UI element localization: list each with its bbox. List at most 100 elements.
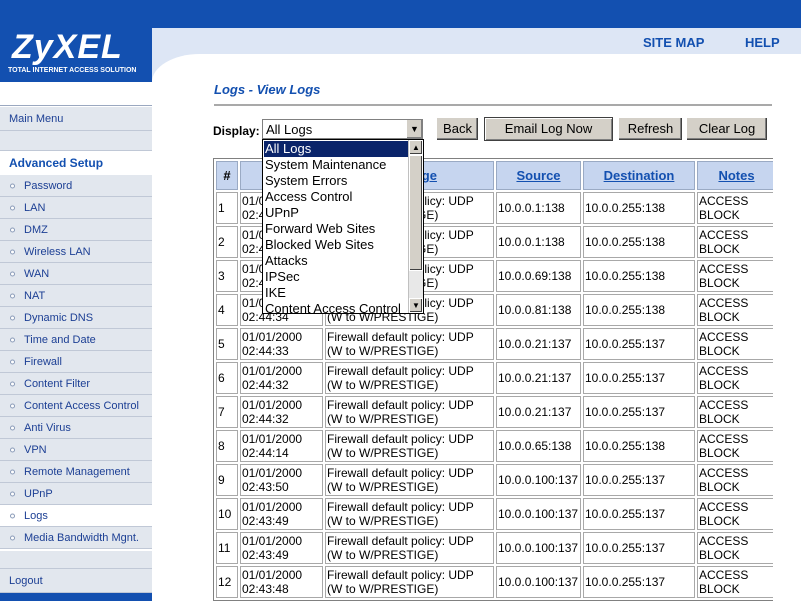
- cell-destination-line: 10.0.0.255:137: [585, 541, 666, 555]
- chevron-down-icon[interactable]: ▼: [406, 120, 422, 138]
- sidebar-item-nat[interactable]: NAT: [0, 285, 152, 307]
- dropdown-option[interactable]: All Logs: [264, 141, 409, 157]
- cell-message-line: Firewall default policy: UDP: [327, 364, 474, 378]
- scroll-up-icon[interactable]: ▲: [409, 140, 423, 155]
- sidebar-item-upnp[interactable]: UPnP: [0, 483, 152, 505]
- sidebar-item-label: DMZ: [24, 223, 48, 236]
- cell-destination-line: 10.0.0.255:138: [585, 439, 666, 453]
- sidebar-item-wan[interactable]: WAN: [0, 263, 152, 285]
- cell-destination: 10.0.0.255:137: [583, 464, 695, 496]
- dropdown-scrollbar[interactable]: ▲ ▼: [408, 140, 423, 313]
- cell-destination: 10.0.0.255:138: [583, 226, 695, 258]
- dropdown-option[interactable]: UPnP: [264, 205, 409, 221]
- cell-notes: ACCESS BLOCK: [697, 226, 773, 258]
- cell-number-line: 5: [218, 337, 225, 351]
- dropdown-option[interactable]: Attacks: [264, 253, 409, 269]
- cell-message: Firewall default policy: UDP(W to W/PRES…: [325, 362, 494, 394]
- cell-message-line: Firewall default policy: UDP: [327, 432, 474, 446]
- cell-notes-line: ACCESS: [699, 398, 749, 412]
- page-title: Logs - View Logs: [214, 82, 321, 97]
- dropdown-option[interactable]: System Errors: [264, 173, 409, 189]
- main-content: Logs - View Logs Display: All Logs ▼ Bac…: [152, 82, 801, 601]
- help-link[interactable]: HELP: [745, 35, 780, 50]
- cell-destination: 10.0.0.255:137: [583, 396, 695, 428]
- refresh-button[interactable]: Refresh: [618, 117, 683, 141]
- bullet-icon: [10, 271, 15, 276]
- cell-message: Firewall default policy: UDP(W to W/PRES…: [325, 498, 494, 530]
- sidebar-item-label: Password: [24, 179, 73, 192]
- sidebar-divider-2: [0, 551, 152, 569]
- sidebar-item-anti-virus[interactable]: Anti Virus: [0, 417, 152, 439]
- cell-notes-line: BLOCK: [699, 344, 740, 358]
- dropdown-option[interactable]: Content Access Control: [264, 301, 409, 317]
- col-header-source[interactable]: Source: [496, 161, 581, 190]
- cell-number-line: 1: [218, 201, 225, 215]
- clear-log-button[interactable]: Clear Log: [686, 117, 768, 141]
- sidebar-item-dmz[interactable]: DMZ: [0, 219, 152, 241]
- cell-source: 10.0.0.100:137: [496, 532, 581, 564]
- col-header-notes[interactable]: Notes: [697, 161, 773, 190]
- dropdown-option[interactable]: Access Control: [264, 189, 409, 205]
- cell-number: 10: [216, 498, 238, 530]
- cell-notes: ACCESS BLOCK: [697, 498, 773, 530]
- sidebar-item-remote-management[interactable]: Remote Management: [0, 461, 152, 483]
- cell-message-line: (W to W/PRESTIGE): [327, 378, 439, 392]
- bullet-icon: [10, 205, 15, 210]
- sidebar-item-content-filter[interactable]: Content Filter: [0, 373, 152, 395]
- cell-source-line: 10.0.0.21:137: [498, 337, 572, 351]
- sidebar-item-lan[interactable]: LAN: [0, 197, 152, 219]
- cell-message: Firewall default policy: UDP(W to W/PRES…: [325, 566, 494, 598]
- email-log-now-button[interactable]: Email Log Now: [484, 117, 613, 141]
- dropdown-option[interactable]: IPSec: [264, 269, 409, 285]
- cell-source-line: 10.0.0.100:137: [498, 541, 579, 555]
- dropdown-option[interactable]: System Maintenance: [264, 157, 409, 173]
- sidebar-item-label: UPnP: [24, 487, 53, 500]
- logout-link[interactable]: Logout: [0, 569, 152, 593]
- cell-time-line: 01/01/2000: [242, 466, 303, 480]
- sidebar-item-time-and-date[interactable]: Time and Date: [0, 329, 152, 351]
- cell-notes-line: BLOCK: [699, 514, 740, 528]
- cell-time: 01/01/2000 02:43:49: [240, 532, 323, 564]
- cell-number: 1: [216, 192, 238, 224]
- scrollbar-thumb[interactable]: [409, 155, 423, 271]
- cell-source-line: 10.0.0.81:138: [498, 303, 572, 317]
- cell-destination: 10.0.0.255:137: [583, 532, 695, 564]
- cell-source: 10.0.0.65:138: [496, 430, 581, 462]
- sidebar-divider: [0, 131, 152, 151]
- cell-message: Firewall default policy: UDP(W to W/PRES…: [325, 328, 494, 360]
- sidebar-item-label: Time and Date: [24, 333, 96, 346]
- dropdown-option[interactable]: Forward Web Sites: [264, 221, 409, 237]
- sidebar-item-firewall[interactable]: Firewall: [0, 351, 152, 373]
- sidebar-item-vpn[interactable]: VPN: [0, 439, 152, 461]
- cell-notes-line: BLOCK: [699, 446, 740, 460]
- sidebar-item-wireless-lan[interactable]: Wireless LAN: [0, 241, 152, 263]
- dropdown-option[interactable]: IKE: [264, 285, 409, 301]
- cell-message: Firewall default policy: UDP(W to W/PRES…: [325, 532, 494, 564]
- sidebar-item-label: Dynamic DNS: [24, 311, 94, 324]
- display-dropdown-list[interactable]: All Logs System Maintenance System Errors A…: [262, 139, 424, 317]
- bullet-icon: [10, 359, 15, 364]
- sidebar-item-logs[interactable]: Logs: [0, 505, 152, 527]
- cell-notes-line: BLOCK: [699, 582, 740, 596]
- display-select[interactable]: All Logs ▼: [262, 119, 423, 139]
- sidebar-item-dynamic-dns[interactable]: Dynamic DNS: [0, 307, 152, 329]
- cell-number-line: 12: [218, 575, 232, 589]
- dropdown-option[interactable]: Blocked Web Sites: [264, 237, 409, 253]
- cell-time: 01/01/2000 02:43:49: [240, 498, 323, 530]
- cell-message: Firewall default policy: UDP(W to W/PRES…: [325, 396, 494, 428]
- cell-time-line: 01/01/2000: [242, 364, 303, 378]
- cell-number: 11: [216, 532, 238, 564]
- cell-notes-line: BLOCK: [699, 310, 740, 324]
- main-menu-link[interactable]: Main Menu: [0, 107, 152, 131]
- cell-notes-line: ACCESS: [699, 330, 749, 344]
- scroll-down-icon[interactable]: ▼: [409, 298, 423, 313]
- sidebar-item-content-access-control[interactable]: Content Access Control: [0, 395, 152, 417]
- cell-message-line: Firewall default policy: UDP: [327, 500, 474, 514]
- sidebar-item-password[interactable]: Password: [0, 175, 152, 197]
- site-map-link[interactable]: SITE MAP: [643, 35, 704, 50]
- cell-notes: ACCESS BLOCK: [697, 396, 773, 428]
- back-button[interactable]: Back: [436, 117, 479, 141]
- table-row: 9 01/01/2000 02:43:50 Firewall default poli…: [216, 464, 773, 496]
- sidebar-item-media-bandwidth-mgnt[interactable]: Media Bandwidth Mgnt.: [0, 527, 152, 549]
- col-header-destination[interactable]: Destination: [583, 161, 695, 190]
